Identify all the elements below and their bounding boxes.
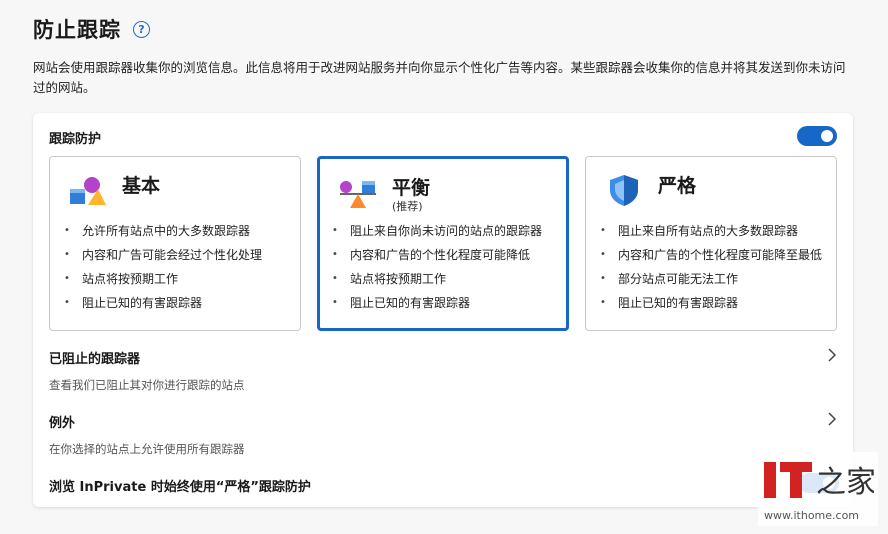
exceptions-subtitle: 在你选择的站点上允许使用所有跟踪器 bbox=[49, 442, 245, 456]
page-title: 防止跟踪 bbox=[33, 18, 121, 42]
card-basic[interactable]: 基本 • 允许所有站点中的大多数跟踪器 • 内容和广告可能会经过个性化处理 • 站点将… bbox=[49, 156, 301, 331]
list-item: • 内容和广告的个性化程度可能降低 bbox=[332, 248, 531, 262]
list-item: • 内容和广告的个性化程度可能降至最低 bbox=[600, 248, 823, 262]
card-recommended-label: (推荐) bbox=[392, 200, 423, 213]
list-item: • 内容和广告可能会经过个性化处理 bbox=[64, 248, 263, 262]
balance-icon bbox=[340, 181, 376, 208]
card-strict[interactable]: 严格 • 阻止来自所有站点的大多数跟踪器 • 内容和广告的个性化程度可能降至最低 •… bbox=[585, 156, 837, 331]
blocked-trackers-row[interactable]: 已阻止的跟踪器 查看我们已阻止其对你进行跟踪的站点 bbox=[49, 348, 839, 393]
list-item: • 站点将按预期工作 bbox=[332, 272, 447, 286]
card-header: 平衡 (推荐) bbox=[338, 175, 430, 213]
list-item: • 站点将按预期工作 bbox=[64, 272, 179, 286]
card-title: 平衡 bbox=[392, 177, 431, 199]
chevron-right-icon bbox=[828, 412, 837, 426]
toggle-knob bbox=[821, 130, 833, 142]
card-bullets: • 阻止来自你尚未访问的站点的跟踪器 • 内容和广告的个性化程度可能降低 • 站点将按… bbox=[332, 219, 542, 315]
inprivate-strict-row: 浏览 InPrivate 时始终使用“严格”跟踪防护 bbox=[49, 473, 839, 495]
card-title: 基本 bbox=[122, 175, 161, 197]
card-balanced[interactable]: 平衡 (推荐) • 阻止来自你尚未访问的站点的跟踪器 • 内容和广告的个性化程度可能… bbox=[317, 156, 569, 331]
card-title: 严格 bbox=[658, 175, 697, 197]
list-item: • 阻止已知的有害跟踪器 bbox=[332, 296, 471, 310]
card-bullets: • 允许所有站点中的大多数跟踪器 • 内容和广告可能会经过个性化处理 • 站点将按预期… bbox=[64, 219, 262, 315]
list-item: • 部分站点可能无法工作 bbox=[600, 272, 739, 286]
shapes-icon bbox=[70, 177, 106, 205]
list-item: • 允许所有站点中的大多数跟踪器 bbox=[64, 224, 251, 238]
ithome-logo: 之家 bbox=[764, 462, 874, 500]
logo-text: 之家 bbox=[816, 465, 874, 500]
card-bullets: • 阻止来自所有站点的大多数跟踪器 • 内容和广告的个性化程度可能降至最低 • 部分站… bbox=[600, 219, 822, 315]
watermark: 之家 www.ithome.com bbox=[758, 452, 878, 526]
list-item: • 阻止已知的有害跟踪器 bbox=[600, 296, 739, 310]
tracking-prevention-toggle[interactable] bbox=[797, 126, 837, 146]
page-description: 网站会使用跟踪器收集你的浏览信息。此信息将用于改进网站服务并向你显示个性化广告等… bbox=[33, 60, 846, 95]
card-header: 基本 bbox=[68, 173, 160, 207]
list-item: • 阻止已知的有害跟踪器 bbox=[64, 296, 203, 310]
title-row: 防止跟踪 ? bbox=[33, 14, 150, 44]
tracking-prevention-label: 跟踪防护 bbox=[49, 132, 102, 147]
shield-icon bbox=[610, 175, 638, 206]
exceptions-row[interactable]: 例外 在你选择的站点上允许使用所有跟踪器 bbox=[49, 412, 839, 457]
inprivate-strict-title: 浏览 InPrivate 时始终使用“严格”跟踪防护 bbox=[49, 480, 311, 495]
list-item: • 阻止来自你尚未访问的站点的跟踪器 bbox=[332, 224, 543, 238]
exceptions-title: 例外 bbox=[49, 416, 76, 431]
blocked-trackers-subtitle: 查看我们已阻止其对你进行跟踪的站点 bbox=[49, 378, 245, 392]
blocked-trackers-title: 已阻止的跟踪器 bbox=[49, 352, 141, 367]
card-header: 严格 bbox=[604, 173, 696, 207]
watermark-url: www.ithome.com bbox=[764, 509, 860, 522]
help-icon[interactable]: ? bbox=[133, 20, 150, 38]
tracking-prevention-panel: 跟踪防护 基本 • 允许所有站点中的大多数跟踪器 • 内容和广告可能会经过个性化处理 bbox=[33, 113, 853, 507]
chevron-right-icon bbox=[828, 348, 837, 362]
list-item: • 阻止来自所有站点的大多数跟踪器 bbox=[600, 224, 799, 238]
settings-page: 防止跟踪 ? 网站会使用跟踪器收集你的浏览信息。此信息将用于改进网站服务并向你显… bbox=[0, 0, 888, 534]
